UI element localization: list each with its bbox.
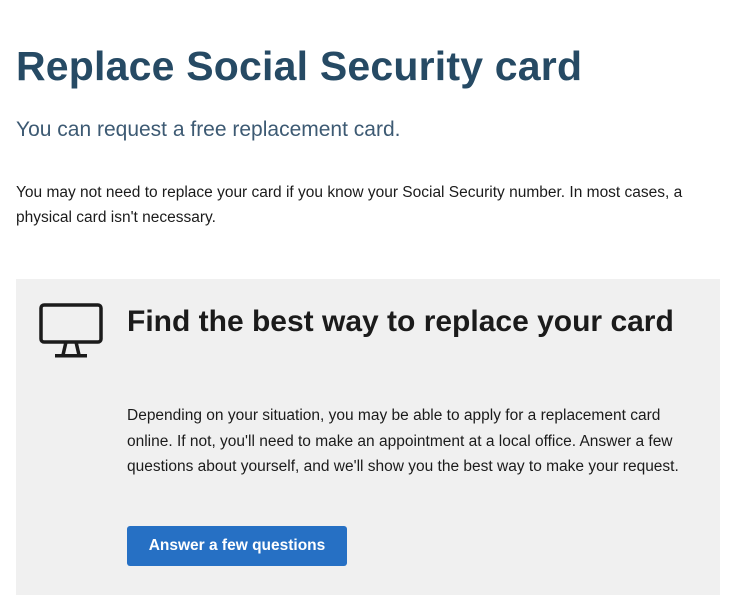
card-title: Find the best way to replace your card [127, 305, 674, 338]
intro-paragraph: You may not need to replace your card if… [16, 184, 683, 226]
page-container: Replace Social Security card You can req… [0, 0, 742, 616]
find-best-way-card: Find the best way to replace your card D… [16, 279, 720, 595]
card-body: Depending on your situation, you may be … [127, 407, 679, 475]
page-lead: You can request a free replacement card. [16, 118, 401, 141]
desktop-computer-icon [39, 303, 103, 361]
page-title: Replace Social Security card [16, 43, 583, 89]
answer-questions-button[interactable]: Answer a few questions [127, 526, 347, 566]
